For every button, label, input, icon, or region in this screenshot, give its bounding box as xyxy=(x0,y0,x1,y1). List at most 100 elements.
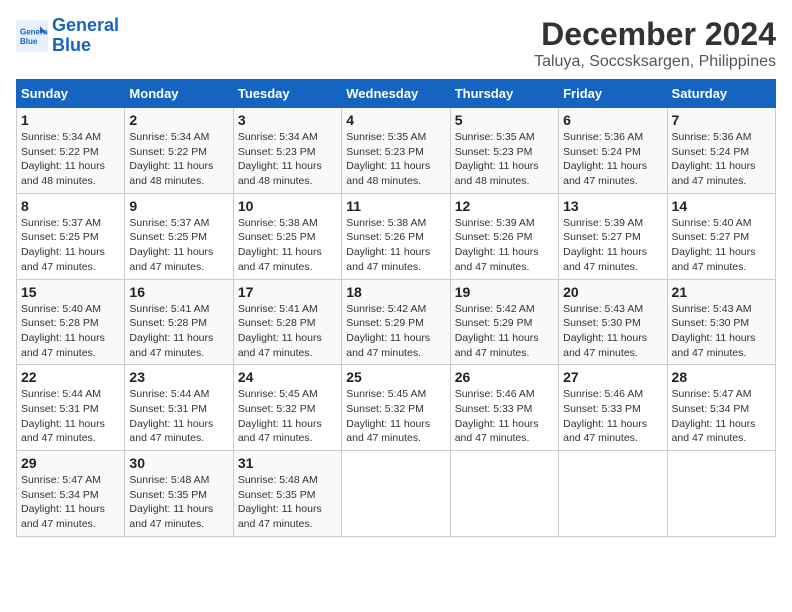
day-cell-10: 10 Sunrise: 5:38 AMSunset: 5:25 PMDaylig… xyxy=(233,193,341,279)
day-number: 21 xyxy=(672,284,771,300)
day-cell-16: 16 Sunrise: 5:41 AMSunset: 5:28 PMDaylig… xyxy=(125,279,233,365)
empty-cell xyxy=(559,451,667,537)
col-saturday: Saturday xyxy=(667,80,775,108)
header-row: Sunday Monday Tuesday Wednesday Thursday… xyxy=(17,80,776,108)
day-number: 25 xyxy=(346,369,445,385)
day-cell-14: 14 Sunrise: 5:40 AMSunset: 5:27 PMDaylig… xyxy=(667,193,775,279)
day-cell-1: 1 Sunrise: 5:34 AMSunset: 5:22 PMDayligh… xyxy=(17,108,125,194)
day-info: Sunrise: 5:36 AMSunset: 5:24 PMDaylight:… xyxy=(672,130,771,189)
table-row: 22 Sunrise: 5:44 AMSunset: 5:31 PMDaylig… xyxy=(17,365,776,451)
day-cell-15: 15 Sunrise: 5:40 AMSunset: 5:28 PMDaylig… xyxy=(17,279,125,365)
day-cell-31: 31 Sunrise: 5:48 AMSunset: 5:35 PMDaylig… xyxy=(233,451,341,537)
day-number: 15 xyxy=(21,284,120,300)
day-number: 28 xyxy=(672,369,771,385)
day-info: Sunrise: 5:36 AMSunset: 5:24 PMDaylight:… xyxy=(563,130,662,189)
empty-cell xyxy=(450,451,558,537)
col-friday: Friday xyxy=(559,80,667,108)
day-number: 6 xyxy=(563,112,662,128)
table-row: 8 Sunrise: 5:37 AMSunset: 5:25 PMDayligh… xyxy=(17,193,776,279)
day-number: 18 xyxy=(346,284,445,300)
day-number: 23 xyxy=(129,369,228,385)
day-cell-21: 21 Sunrise: 5:43 AMSunset: 5:30 PMDaylig… xyxy=(667,279,775,365)
day-cell-30: 30 Sunrise: 5:48 AMSunset: 5:35 PMDaylig… xyxy=(125,451,233,537)
day-cell-20: 20 Sunrise: 5:43 AMSunset: 5:30 PMDaylig… xyxy=(559,279,667,365)
day-number: 17 xyxy=(238,284,337,300)
day-cell-25: 25 Sunrise: 5:45 AMSunset: 5:32 PMDaylig… xyxy=(342,365,450,451)
day-cell-8: 8 Sunrise: 5:37 AMSunset: 5:25 PMDayligh… xyxy=(17,193,125,279)
day-info: Sunrise: 5:43 AMSunset: 5:30 PMDaylight:… xyxy=(672,302,771,361)
day-info: Sunrise: 5:40 AMSunset: 5:28 PMDaylight:… xyxy=(21,302,120,361)
day-info: Sunrise: 5:39 AMSunset: 5:27 PMDaylight:… xyxy=(563,216,662,275)
header: General Blue GeneralBlue December 2024 T… xyxy=(16,16,776,71)
day-info: Sunrise: 5:40 AMSunset: 5:27 PMDaylight:… xyxy=(672,216,771,275)
col-tuesday: Tuesday xyxy=(233,80,341,108)
day-cell-11: 11 Sunrise: 5:38 AMSunset: 5:26 PMDaylig… xyxy=(342,193,450,279)
table-row: 1 Sunrise: 5:34 AMSunset: 5:22 PMDayligh… xyxy=(17,108,776,194)
day-info: Sunrise: 5:44 AMSunset: 5:31 PMDaylight:… xyxy=(129,387,228,446)
col-wednesday: Wednesday xyxy=(342,80,450,108)
day-number: 26 xyxy=(455,369,554,385)
day-number: 7 xyxy=(672,112,771,128)
table-row: 15 Sunrise: 5:40 AMSunset: 5:28 PMDaylig… xyxy=(17,279,776,365)
logo-icon: General Blue xyxy=(16,20,48,52)
day-info: Sunrise: 5:37 AMSunset: 5:25 PMDaylight:… xyxy=(129,216,228,275)
day-number: 30 xyxy=(129,455,228,471)
col-thursday: Thursday xyxy=(450,80,558,108)
day-cell-12: 12 Sunrise: 5:39 AMSunset: 5:26 PMDaylig… xyxy=(450,193,558,279)
col-sunday: Sunday xyxy=(17,80,125,108)
day-cell-23: 23 Sunrise: 5:44 AMSunset: 5:31 PMDaylig… xyxy=(125,365,233,451)
calendar-body: 1 Sunrise: 5:34 AMSunset: 5:22 PMDayligh… xyxy=(17,108,776,537)
day-info: Sunrise: 5:42 AMSunset: 5:29 PMDaylight:… xyxy=(455,302,554,361)
day-number: 16 xyxy=(129,284,228,300)
day-cell-22: 22 Sunrise: 5:44 AMSunset: 5:31 PMDaylig… xyxy=(17,365,125,451)
calendar-header: Sunday Monday Tuesday Wednesday Thursday… xyxy=(17,80,776,108)
calendar: Sunday Monday Tuesday Wednesday Thursday… xyxy=(16,79,776,537)
day-number: 1 xyxy=(21,112,120,128)
day-number: 22 xyxy=(21,369,120,385)
day-cell-27: 27 Sunrise: 5:46 AMSunset: 5:33 PMDaylig… xyxy=(559,365,667,451)
day-cell-29: 29 Sunrise: 5:47 AMSunset: 5:34 PMDaylig… xyxy=(17,451,125,537)
day-number: 9 xyxy=(129,198,228,214)
logo-text: GeneralBlue xyxy=(52,16,119,56)
day-cell-6: 6 Sunrise: 5:36 AMSunset: 5:24 PMDayligh… xyxy=(559,108,667,194)
day-cell-19: 19 Sunrise: 5:42 AMSunset: 5:29 PMDaylig… xyxy=(450,279,558,365)
day-info: Sunrise: 5:41 AMSunset: 5:28 PMDaylight:… xyxy=(238,302,337,361)
day-number: 10 xyxy=(238,198,337,214)
day-info: Sunrise: 5:42 AMSunset: 5:29 PMDaylight:… xyxy=(346,302,445,361)
day-info: Sunrise: 5:34 AMSunset: 5:22 PMDaylight:… xyxy=(21,130,120,189)
day-number: 2 xyxy=(129,112,228,128)
day-number: 5 xyxy=(455,112,554,128)
day-info: Sunrise: 5:47 AMSunset: 5:34 PMDaylight:… xyxy=(21,473,120,532)
day-number: 29 xyxy=(21,455,120,471)
day-number: 11 xyxy=(346,198,445,214)
day-info: Sunrise: 5:46 AMSunset: 5:33 PMDaylight:… xyxy=(563,387,662,446)
col-monday: Monday xyxy=(125,80,233,108)
day-info: Sunrise: 5:34 AMSunset: 5:22 PMDaylight:… xyxy=(129,130,228,189)
day-info: Sunrise: 5:48 AMSunset: 5:35 PMDaylight:… xyxy=(129,473,228,532)
day-number: 31 xyxy=(238,455,337,471)
day-cell-26: 26 Sunrise: 5:46 AMSunset: 5:33 PMDaylig… xyxy=(450,365,558,451)
day-cell-24: 24 Sunrise: 5:45 AMSunset: 5:32 PMDaylig… xyxy=(233,365,341,451)
day-info: Sunrise: 5:45 AMSunset: 5:32 PMDaylight:… xyxy=(238,387,337,446)
empty-cell xyxy=(342,451,450,537)
day-number: 14 xyxy=(672,198,771,214)
day-info: Sunrise: 5:35 AMSunset: 5:23 PMDaylight:… xyxy=(455,130,554,189)
day-info: Sunrise: 5:37 AMSunset: 5:25 PMDaylight:… xyxy=(21,216,120,275)
day-number: 24 xyxy=(238,369,337,385)
day-cell-28: 28 Sunrise: 5:47 AMSunset: 5:34 PMDaylig… xyxy=(667,365,775,451)
svg-text:Blue: Blue xyxy=(20,37,38,46)
day-number: 4 xyxy=(346,112,445,128)
empty-cell xyxy=(667,451,775,537)
day-number: 13 xyxy=(563,198,662,214)
day-info: Sunrise: 5:45 AMSunset: 5:32 PMDaylight:… xyxy=(346,387,445,446)
day-info: Sunrise: 5:38 AMSunset: 5:26 PMDaylight:… xyxy=(346,216,445,275)
day-info: Sunrise: 5:41 AMSunset: 5:28 PMDaylight:… xyxy=(129,302,228,361)
day-cell-2: 2 Sunrise: 5:34 AMSunset: 5:22 PMDayligh… xyxy=(125,108,233,194)
day-number: 19 xyxy=(455,284,554,300)
day-info: Sunrise: 5:34 AMSunset: 5:23 PMDaylight:… xyxy=(238,130,337,189)
day-info: Sunrise: 5:48 AMSunset: 5:35 PMDaylight:… xyxy=(238,473,337,532)
day-cell-4: 4 Sunrise: 5:35 AMSunset: 5:23 PMDayligh… xyxy=(342,108,450,194)
day-cell-7: 7 Sunrise: 5:36 AMSunset: 5:24 PMDayligh… xyxy=(667,108,775,194)
day-info: Sunrise: 5:44 AMSunset: 5:31 PMDaylight:… xyxy=(21,387,120,446)
table-row: 29 Sunrise: 5:47 AMSunset: 5:34 PMDaylig… xyxy=(17,451,776,537)
